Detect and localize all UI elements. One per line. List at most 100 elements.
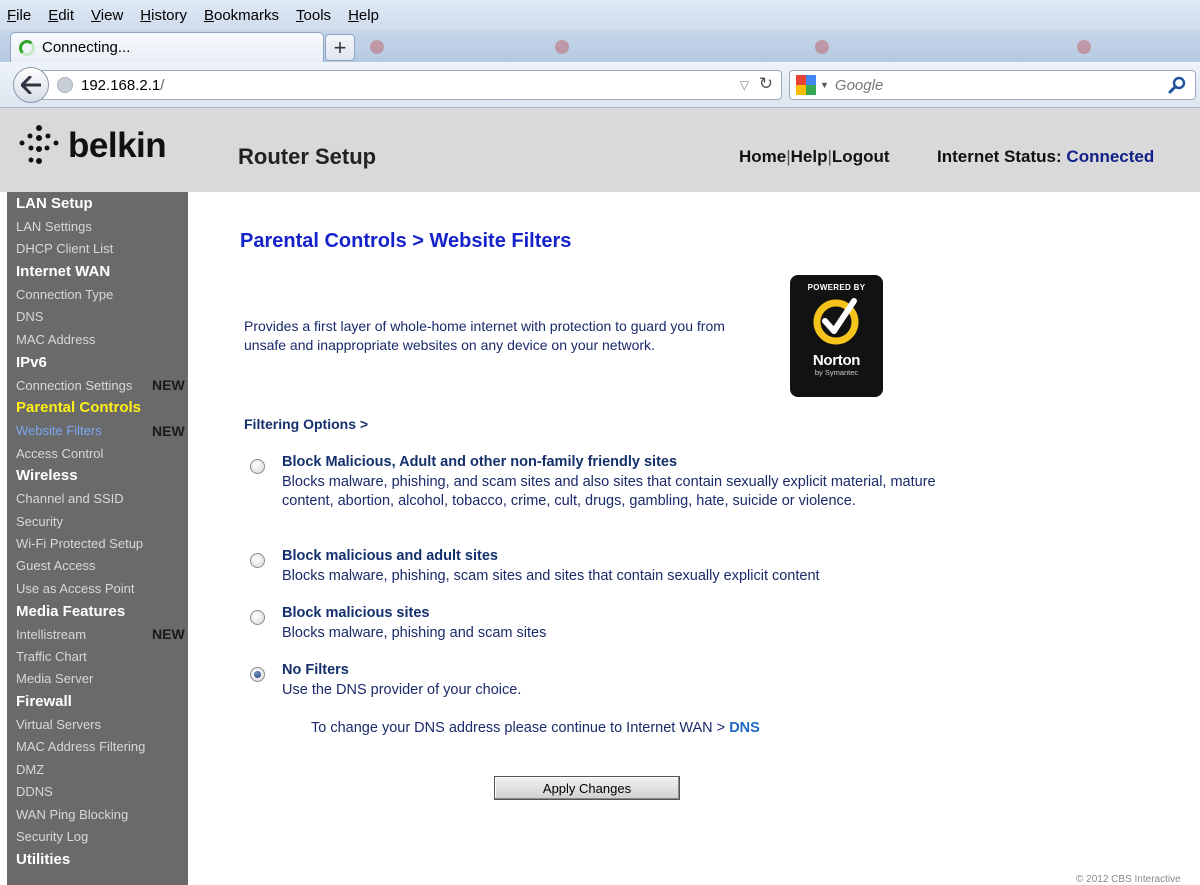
- internet-status: Internet Status: Connected: [937, 147, 1154, 167]
- background-tab[interactable]: [545, 34, 795, 60]
- option-description: Blocks malware, phishing, scam sites and…: [282, 568, 820, 584]
- sidebar-section-wireless[interactable]: Wireless: [7, 464, 188, 487]
- internet-status-value[interactable]: Connected: [1066, 147, 1154, 166]
- search-icon[interactable]: [1167, 75, 1187, 95]
- sidebar-section-ipv6[interactable]: IPv6: [7, 351, 188, 374]
- sidebar-item-guest-access[interactable]: Guest Access: [7, 555, 188, 577]
- sidebar-item-label: Connection Type: [16, 287, 114, 303]
- sidebar-item-dmz[interactable]: DMZ: [7, 758, 188, 780]
- reload-icon[interactable]: ↻: [759, 74, 773, 94]
- apply-changes-button[interactable]: Apply Changes: [494, 776, 680, 800]
- sidebar-section-internet-wan[interactable]: Internet WAN: [7, 260, 188, 283]
- menu-file[interactable]: File: [6, 5, 32, 26]
- sidebar-item-connection-settings[interactable]: Connection Settings NEW: [7, 374, 188, 396]
- sidebar-item-wi-fi-protected-setup[interactable]: Wi-Fi Protected Setup: [7, 532, 188, 554]
- menu-edit[interactable]: Edit: [47, 5, 75, 26]
- sidebar-item-label: Security: [16, 513, 63, 529]
- url-bar[interactable]: 192.168.2.1/ ▽ ↻: [42, 70, 782, 100]
- top-links: Home|Help|Logout: [739, 147, 890, 166]
- background-tab[interactable]: [1067, 34, 1200, 60]
- sidebar-item-label: Security Log: [16, 828, 89, 844]
- sidebar-item-dns[interactable]: DNS: [7, 306, 188, 328]
- sidebar-item-access-control[interactable]: Access Control: [7, 442, 188, 464]
- sidebar-item-mac-address[interactable]: MAC Address: [7, 328, 188, 350]
- background-tab[interactable]: [805, 34, 1055, 60]
- sidebar-item-label: Website Filters: [16, 423, 102, 439]
- engine-dropdown-icon[interactable]: ▼: [820, 80, 829, 90]
- sidebar-item-channel-and-ssid[interactable]: Channel and SSID: [7, 488, 188, 510]
- page-description: Provides a first layer of whole-home int…: [244, 318, 725, 353]
- radio-option-family[interactable]: [250, 459, 265, 474]
- menu-tools[interactable]: Tools: [295, 5, 332, 26]
- sidebar-item-virtual-servers[interactable]: Virtual Servers: [7, 713, 188, 735]
- logout-link[interactable]: Logout: [832, 147, 890, 166]
- new-badge: NEW: [152, 422, 185, 439]
- sidebar-item-dhcp-client-list[interactable]: DHCP Client List: [7, 238, 188, 260]
- loading-spinner-icon: [19, 39, 35, 56]
- sidebar-item-label: DMZ: [16, 761, 45, 777]
- sidebar-section-firewall[interactable]: Firewall: [7, 690, 188, 713]
- help-link[interactable]: Help: [791, 147, 828, 166]
- radio-option-none[interactable]: [250, 667, 265, 682]
- favicon-icon: [815, 40, 829, 54]
- sidebar-item-website-filters[interactable]: Website Filters NEW: [7, 420, 188, 442]
- logo-text: belkin: [68, 126, 167, 165]
- sidebar-item-ddns[interactable]: DDNS: [7, 781, 188, 803]
- sidebar-item-use-as-access-point[interactable]: Use as Access Point: [7, 577, 188, 599]
- sidebar-item-media-server[interactable]: Media Server: [7, 668, 188, 690]
- norton-powered-by: POWERED BY: [807, 283, 866, 292]
- new-badge: NEW: [152, 377, 185, 394]
- sidebar-section-utilities[interactable]: Utilities: [7, 848, 188, 871]
- menu-bar: File Edit View History Bookmarks Tools H…: [0, 0, 1200, 30]
- sidebar-item-lan-settings[interactable]: LAN Settings: [7, 215, 188, 237]
- sidebar-section-parental-controls[interactable]: Parental Controls: [7, 396, 188, 419]
- tab-strip: Connecting... +: [0, 30, 1200, 62]
- filter-option-malicious[interactable]: Block malicious sites Blocks malware, ph…: [250, 605, 950, 645]
- filter-option-none[interactable]: No Filters Use the DNS provider of your …: [250, 662, 950, 702]
- radio-option-adult[interactable]: [250, 553, 265, 568]
- tab-current[interactable]: Connecting...: [10, 32, 324, 62]
- sidebar-item-traffic-chart[interactable]: Traffic Chart: [7, 645, 188, 667]
- sidebar-section-lan-setup[interactable]: LAN Setup: [7, 192, 188, 215]
- sidebar-item-mac-address-filtering[interactable]: MAC Address Filtering: [7, 736, 188, 758]
- url-host: 192.168.2.1: [81, 76, 161, 94]
- sidebar-item-security-log[interactable]: Security Log: [7, 825, 188, 847]
- dropdown-arrow-icon[interactable]: ▽: [740, 78, 749, 92]
- url-path: /: [160, 76, 165, 94]
- menu-history[interactable]: History: [139, 5, 188, 26]
- globe-icon: [57, 77, 73, 93]
- sidebar-nav: LAN Setup LAN Settings DHCP Client List Int…: [7, 192, 188, 885]
- sidebar-item-label: Traffic Chart: [16, 648, 87, 664]
- filter-option-family[interactable]: Block Malicious, Adult and other non-fam…: [250, 454, 950, 534]
- filter-option-adult[interactable]: Block malicious and adult sites Blocks m…: [250, 548, 950, 588]
- favicon-icon: [1077, 40, 1091, 54]
- navigation-toolbar: 192.168.2.1/ ▽ ↻ ▼ Google: [0, 62, 1200, 108]
- router-header: belkin Router Setup Home|Help|Logout Int…: [0, 108, 1200, 192]
- favicon-icon: [555, 40, 569, 54]
- search-bar[interactable]: ▼ Google: [789, 70, 1196, 100]
- sidebar-item-intellistream[interactable]: Intellistream NEW: [7, 623, 188, 645]
- option-description: Blocks malware, phishing, and scam sites…: [282, 474, 936, 509]
- back-arrow-icon: [21, 76, 41, 94]
- filtering-options-heading[interactable]: Filtering Options >: [244, 416, 368, 432]
- menu-view[interactable]: View: [90, 5, 124, 26]
- new-tab-button[interactable]: +: [325, 34, 355, 61]
- back-button[interactable]: [13, 67, 49, 103]
- menu-help[interactable]: Help: [347, 5, 380, 26]
- sidebar-item-label: Use as Access Point: [16, 580, 135, 596]
- radio-option-malicious[interactable]: [250, 610, 265, 625]
- plus-icon: +: [333, 34, 347, 60]
- sidebar-section-media-features[interactable]: Media Features: [7, 600, 188, 623]
- sidebar-item-label: Access Control: [16, 445, 104, 461]
- favicon-icon: [370, 40, 384, 54]
- belkin-logo[interactable]: belkin: [18, 124, 167, 168]
- sidebar-item-label: DNS: [16, 309, 44, 325]
- option-description: Blocks malware, phishing and scam sites: [282, 625, 547, 641]
- sidebar-item-security[interactable]: Security: [7, 510, 188, 532]
- sidebar-item-wan-ping-blocking[interactable]: WAN Ping Blocking: [7, 803, 188, 825]
- dns-link[interactable]: DNS: [729, 720, 760, 736]
- sidebar-item-connection-type[interactable]: Connection Type: [7, 283, 188, 305]
- menu-bookmarks[interactable]: Bookmarks: [203, 5, 280, 26]
- home-link[interactable]: Home: [739, 147, 786, 166]
- sidebar-item-label: Media Server: [16, 671, 94, 687]
